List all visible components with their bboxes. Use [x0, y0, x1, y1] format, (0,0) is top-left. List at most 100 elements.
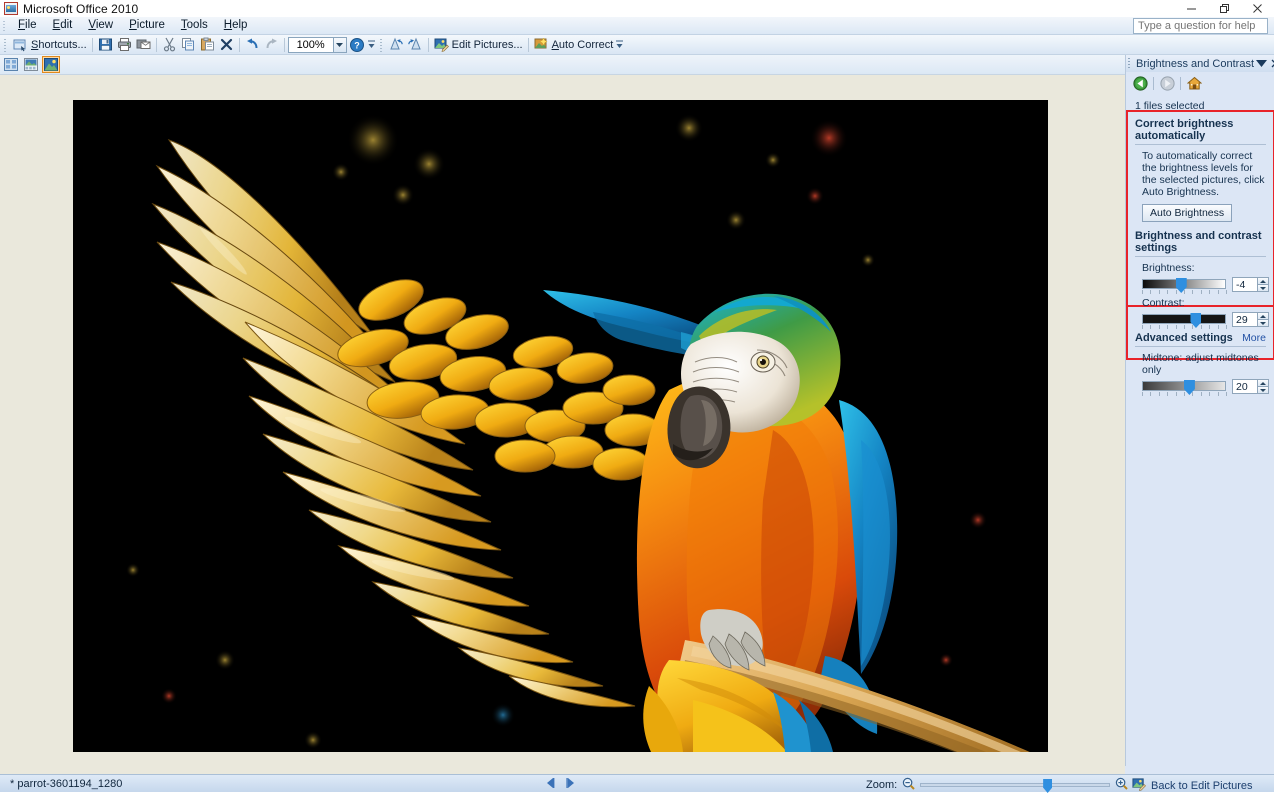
chevron-down-icon[interactable] [1254, 60, 1268, 67]
redo-button[interactable] [262, 36, 281, 54]
window-title: Microsoft Office 2010 [23, 1, 139, 16]
picture-viewer[interactable] [73, 100, 1048, 752]
thumbnail-view-button[interactable] [2, 56, 20, 73]
brightness-slider-row [1142, 277, 1269, 295]
midtone-slider-row [1142, 379, 1269, 397]
chevron-down-icon[interactable] [333, 36, 347, 53]
next-icon[interactable] [565, 777, 576, 792]
toolbar-options-button-2[interactable] [615, 36, 624, 54]
toolbar-separator [527, 37, 529, 52]
save-button[interactable] [96, 36, 115, 54]
back-icon[interactable] [1132, 75, 1148, 91]
help-search-input[interactable] [1134, 19, 1274, 33]
zoom-out-icon[interactable] [902, 777, 915, 793]
toolbar-separator [427, 37, 429, 52]
edit-pictures-icon [1132, 777, 1146, 794]
back-to-edit-pictures[interactable]: Back to Edit Pictures [1132, 777, 1253, 794]
task-pane-grip[interactable] [1128, 57, 1133, 70]
contrast-track[interactable] [1142, 313, 1226, 328]
email-button[interactable] [134, 36, 153, 54]
copy-button[interactable] [179, 36, 198, 54]
toolbar-grip-1[interactable] [2, 36, 9, 53]
midtone-label: Midtone: adjust midtones only [1142, 352, 1259, 376]
menubar-grip[interactable] [2, 18, 8, 33]
brightness-spin-buttons[interactable] [1257, 277, 1269, 292]
forward-icon [1159, 75, 1175, 91]
spin-up-icon[interactable] [1257, 312, 1269, 319]
rotate-left-button[interactable] [387, 36, 406, 54]
midtone-slider[interactable] [1142, 379, 1227, 397]
contrast-spinner[interactable] [1232, 312, 1269, 327]
paste-button[interactable] [198, 36, 217, 54]
auto-correct-button[interactable]: Auto Correct [532, 36, 616, 54]
menu-edit[interactable]: Edit [45, 18, 81, 33]
edit-pictures-label: Edit Pictures... [451, 38, 523, 51]
print-button[interactable] [115, 36, 134, 54]
help-search-box[interactable] [1133, 18, 1274, 34]
home-icon[interactable] [1186, 75, 1202, 91]
menu-view[interactable]: View [80, 18, 121, 33]
back-to-edit-label[interactable]: Back to Edit Pictures [1151, 780, 1253, 792]
settings-section-heading: Brightness and contrast settings [1135, 230, 1266, 257]
contrast-slider-row [1142, 312, 1269, 330]
zoom-in-icon[interactable] [1115, 777, 1128, 793]
contrast-spin-buttons[interactable] [1257, 312, 1269, 327]
toolbar-separator [91, 37, 93, 52]
minimize-icon[interactable] [1175, 0, 1208, 17]
contrast-slider[interactable] [1142, 312, 1227, 330]
midtone-track[interactable] [1142, 380, 1226, 395]
menu-tools[interactable]: Tools [173, 18, 216, 33]
filmstrip-view-button[interactable] [22, 56, 40, 73]
auto-correct-label: Auto Correct [551, 38, 614, 51]
zoom-slider-thumb[interactable] [1043, 779, 1053, 793]
advanced-title: Advanced settings [1135, 332, 1233, 344]
spin-down-icon[interactable] [1257, 319, 1269, 327]
midtone-ticks [1142, 392, 1227, 397]
close-icon[interactable] [1268, 59, 1274, 68]
main-toolbar: Shortcuts... 100% ? Edit Pictures... Aut… [0, 35, 1274, 55]
midtone-spinner[interactable] [1232, 379, 1269, 394]
close-icon[interactable] [1241, 0, 1274, 17]
status-bar: * parrot-3601194_1280 Zoom: Back to Edit… [0, 774, 1274, 794]
menu-picture[interactable]: Picture [121, 18, 173, 33]
edit-pictures-button[interactable]: Edit Pictures... [432, 36, 525, 54]
help-button[interactable]: ? [347, 36, 367, 54]
midtone-value-input[interactable] [1232, 379, 1257, 394]
more-link[interactable]: More [1242, 332, 1266, 344]
brightness-spinner[interactable] [1232, 277, 1269, 292]
parrot-photo [73, 100, 1048, 752]
nav-separator [1153, 76, 1154, 90]
cut-button[interactable] [160, 36, 179, 54]
toolbar-options-button[interactable] [367, 36, 376, 54]
zoom-level-input[interactable]: 100% [287, 36, 334, 53]
shortcuts-button[interactable]: Shortcuts... [11, 36, 89, 54]
spin-up-icon[interactable] [1257, 379, 1269, 386]
auto-section-description: To automatically correct the brightness … [1142, 150, 1265, 198]
undo-button[interactable] [243, 36, 262, 54]
brightness-track[interactable] [1142, 278, 1226, 293]
brightness-value-input[interactable] [1232, 277, 1257, 292]
office-picture-manager-icon [4, 2, 18, 15]
brightness-slider[interactable] [1142, 277, 1227, 295]
spin-down-icon[interactable] [1257, 284, 1269, 292]
window-controls [1175, 0, 1274, 17]
picture-navigation [545, 777, 576, 792]
contrast-value-input[interactable] [1232, 312, 1257, 327]
menu-file[interactable]: File [10, 18, 45, 33]
single-picture-view-button[interactable] [42, 56, 60, 73]
svg-text:?: ? [354, 40, 360, 50]
toolbar-grip-2[interactable] [377, 36, 385, 53]
restore-icon[interactable] [1208, 0, 1241, 17]
midtone-spin-buttons[interactable] [1257, 379, 1269, 394]
delete-button[interactable] [217, 36, 236, 54]
brightness-ticks [1142, 290, 1227, 295]
spin-down-icon[interactable] [1257, 386, 1269, 394]
auto-brightness-button[interactable]: Auto Brightness [1142, 204, 1233, 222]
zoom-slider[interactable] [920, 779, 1111, 793]
menu-help[interactable]: Help [216, 18, 256, 33]
rotate-right-button[interactable] [406, 36, 425, 54]
previous-icon[interactable] [545, 777, 556, 792]
spin-up-icon[interactable] [1257, 277, 1269, 284]
task-pane-content: 1 files selected Correct brightness auto… [1126, 100, 1274, 399]
task-pane-nav [1126, 72, 1274, 94]
